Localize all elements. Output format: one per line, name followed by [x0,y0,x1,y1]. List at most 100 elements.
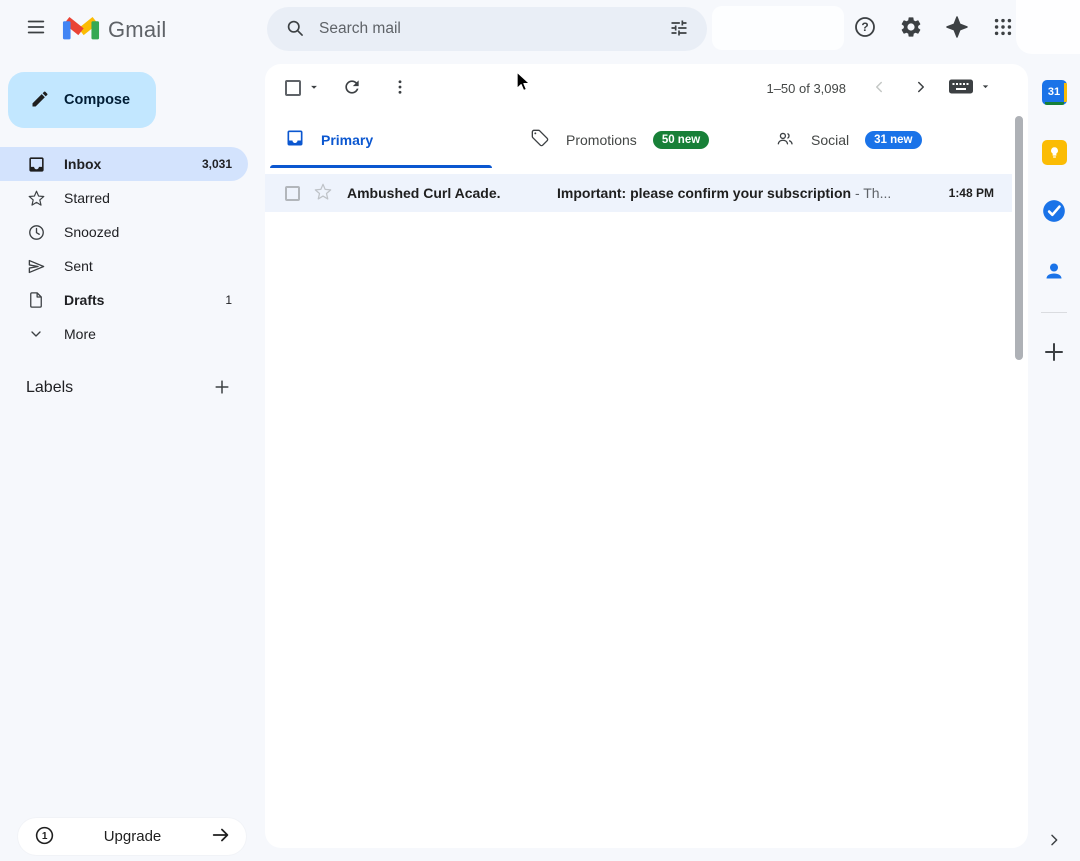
newer-page-button[interactable] [862,71,896,105]
sidebar-item-more[interactable]: More [0,317,248,351]
sidebar-item-count: 1 [225,293,232,307]
compose-label: Compose [64,92,131,108]
sidebar-item-inbox[interactable]: Inbox 3,031 [0,147,248,181]
google-one-icon: 1 [34,825,55,849]
expand-panel-icon [1046,832,1062,851]
pagination-text: 1–50 of 3,098 [766,80,846,96]
email-snippet: - Th... [854,185,892,201]
input-tools-button[interactable] [948,77,992,99]
google-apps-button[interactable] [983,8,1023,48]
add-icon [1042,340,1066,367]
pencil-icon [30,89,50,112]
corner-highlight [1016,0,1080,54]
tab-label: Promotions [566,132,637,148]
mail-list-panel: 1–50 of 3,098 Primary Promotions 50 new … [265,64,1028,848]
gemini-icon [945,15,969,42]
plus-icon [212,377,232,400]
select-dropdown-button[interactable] [307,80,321,97]
contacts-icon [1042,259,1066,286]
sidebar-item-snoozed[interactable]: Snoozed [0,215,248,249]
inbox-icon [26,154,46,174]
compose-button[interactable]: Compose [8,72,156,128]
sidebar-item-label: Inbox [64,156,102,172]
tasks-button[interactable] [1028,186,1080,238]
sidebar-item-sent[interactable]: Sent [0,249,248,283]
promotions-new-badge: 50 new [652,131,710,149]
expand-side-panel-button[interactable] [1039,826,1069,856]
search-icon [285,18,305,41]
calendar-icon: 31 [1041,79,1067,105]
sidebar-item-label: More [64,326,96,342]
list-scrollbar[interactable] [1015,116,1023,360]
labels-header: Labels [26,379,74,396]
help-icon: ? [853,15,877,42]
gmail-window: Gmail ? [0,0,1080,861]
mailbox-nav: Inbox 3,031 Starred Snoozed Sent Drafts … [0,147,248,351]
keep-icon [1041,139,1067,165]
main-menu-button[interactable] [14,8,58,48]
sidebar-item-count: 3,031 [201,157,232,171]
help-button[interactable]: ? [845,8,885,48]
sidebar-item-label: Snoozed [64,224,120,240]
send-icon [26,256,46,276]
sidebar-item-drafts[interactable]: Drafts 1 [0,283,248,317]
header-highlight [712,6,844,50]
tag-icon [530,128,550,153]
svg-text:1: 1 [42,831,48,842]
calendar-day: 31 [1047,86,1061,98]
tune-icon [669,18,689,41]
chevron-left-icon [870,78,888,99]
gemini-button[interactable] [937,8,977,48]
older-page-button[interactable] [904,71,938,105]
labels-section: Labels [0,370,248,406]
tab-primary[interactable]: Primary [265,112,510,168]
search-button[interactable] [277,11,313,47]
tab-promotions[interactable]: Promotions 50 new [510,112,755,168]
app-title: Gmail [108,16,167,42]
upgrade-button[interactable]: 1 Upgrade [18,818,246,855]
search-input[interactable] [313,20,661,38]
svg-text:?: ? [861,20,868,34]
tab-label: Primary [321,132,374,148]
email-sender: Ambushed Curl Acade. [347,185,501,201]
get-addons-button[interactable] [1028,327,1080,379]
tasks-icon [1041,198,1067,227]
hamburger-icon [25,16,47,41]
calendar-button[interactable]: 31 [1028,66,1080,118]
refresh-button[interactable] [335,71,369,105]
caret-down-icon [307,80,321,97]
search-options-button[interactable] [661,11,697,47]
rail-divider [1041,312,1067,313]
create-label-button[interactable] [206,372,238,404]
email-text: Important: please confirm your subscript… [557,185,937,201]
more-options-button[interactable] [383,71,417,105]
sidebar: Compose Inbox 3,031 Starred Snoozed Sent… [0,56,265,861]
tab-social[interactable]: Social 31 new [755,112,1000,168]
kebab-icon [391,78,409,99]
category-tabs: Primary Promotions 50 new Social 31 new [265,112,1028,168]
sidebar-item-starred[interactable]: Starred [0,181,248,215]
pagination-controls: 1–50 of 3,098 [766,71,992,105]
sidebar-item-label: Sent [64,258,93,274]
settings-button[interactable] [891,8,931,48]
search-bar [267,7,707,51]
side-panel-rail: 31 [1028,56,1080,861]
contacts-button[interactable] [1028,246,1080,298]
social-new-badge: 31 new [865,131,922,149]
email-row[interactable]: Ambushed Curl Acade. Important: please c… [265,174,1012,212]
chevron-down-icon [26,324,46,344]
email-checkbox[interactable] [285,185,300,201]
chevron-right-icon [912,78,930,99]
clock-icon [26,222,46,242]
keep-button[interactable] [1028,126,1080,178]
apps-grid-icon [992,16,1014,41]
mouse-cursor [512,70,534,99]
upgrade-label: Upgrade [103,828,162,845]
settings-gear-icon [899,15,923,42]
star-toggle[interactable] [313,182,333,205]
refresh-icon [342,77,362,100]
select-all-checkbox[interactable] [285,80,301,96]
header-actions: ? [845,8,1023,48]
gmail-logo: Gmail [62,12,166,47]
star-icon [313,182,333,205]
